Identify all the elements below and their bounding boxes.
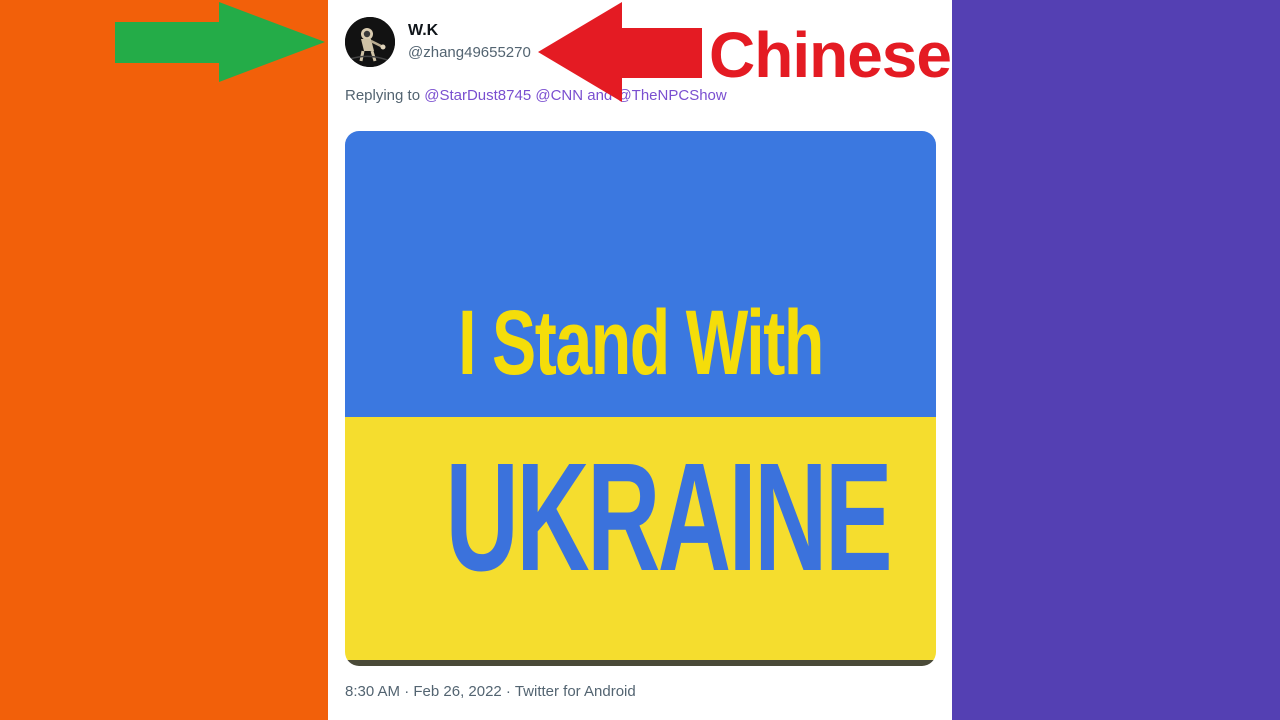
chinese-annotation-label: Chinese [709, 19, 952, 91]
arrow-right-icon [115, 2, 325, 82]
arrow-left-icon [538, 2, 702, 102]
annotation-overlay [115, 2, 702, 102]
